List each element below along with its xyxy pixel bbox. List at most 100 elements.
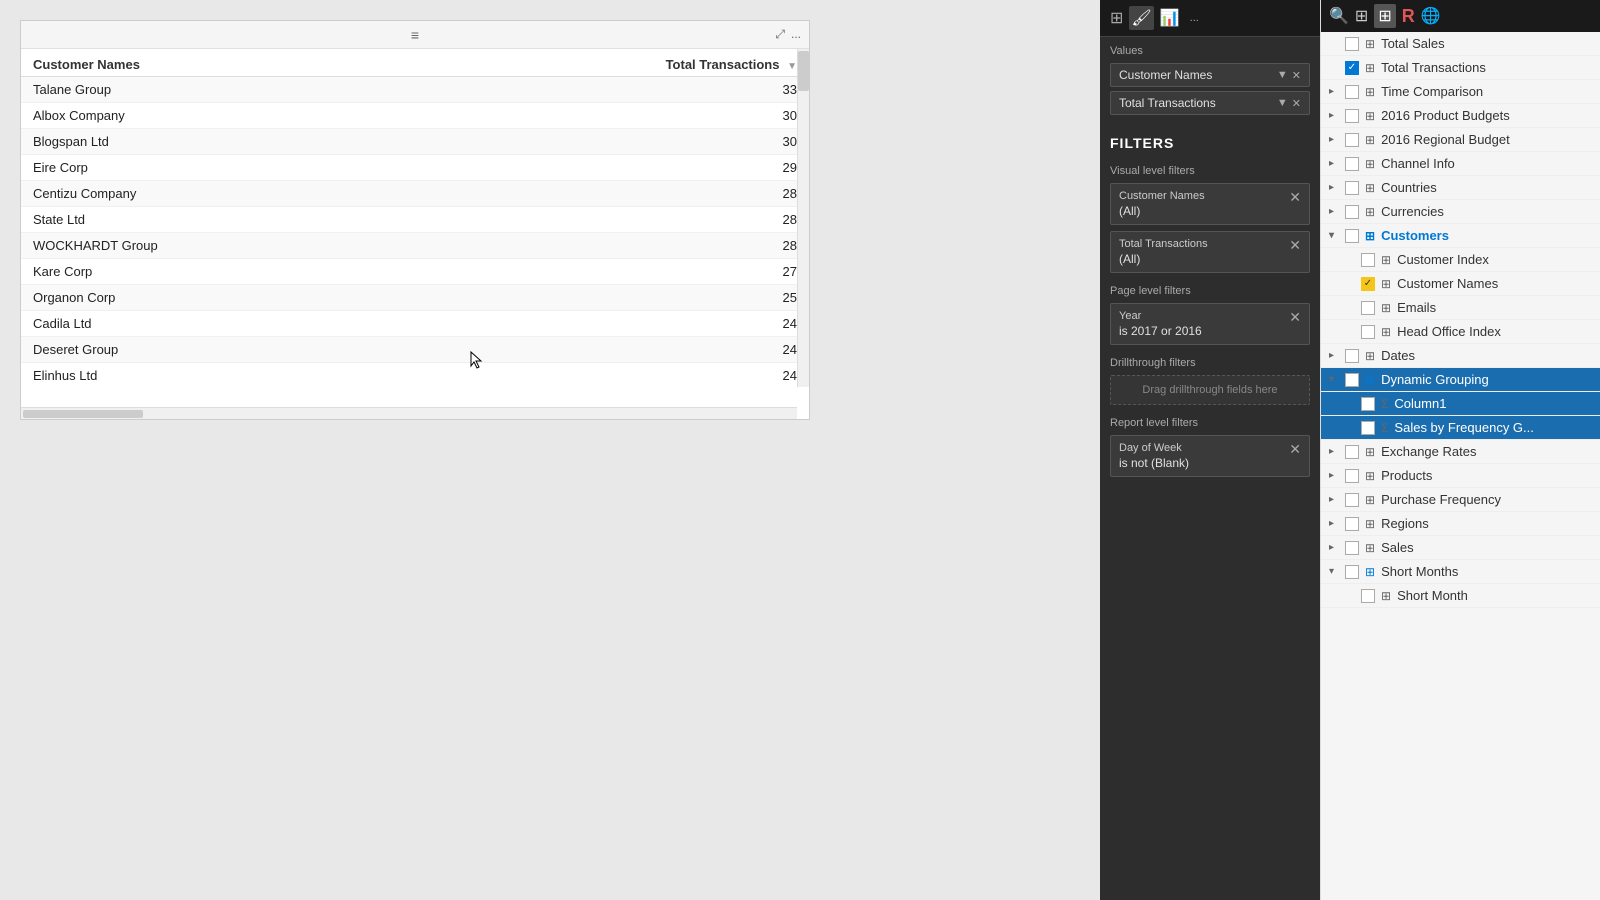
table-row[interactable]: WOCKHARDT Group 28: [21, 233, 809, 259]
field-group-item[interactable]: ▾⊞Customers: [1321, 224, 1600, 248]
cell-customer-name: Cadila Ltd: [21, 311, 406, 337]
fields-search-icon[interactable]: 🔍: [1329, 6, 1349, 26]
table-row[interactable]: Albox Company 30: [21, 103, 809, 129]
col-header-total-transactions[interactable]: Total Transactions ▼: [406, 49, 809, 77]
checkbox[interactable]: [1345, 229, 1359, 243]
year-filter-close[interactable]: ✕: [1289, 310, 1301, 324]
field-group-item[interactable]: ▸⊞Exchange Rates: [1321, 440, 1600, 464]
field-group-item[interactable]: ✓⊞Customer Names: [1321, 272, 1600, 296]
expand-icon: ▸: [1329, 494, 1341, 505]
widget-menu-icon[interactable]: ≡: [411, 27, 419, 43]
total-transactions-filter[interactable]: ✕ Total Transactions (All): [1110, 231, 1310, 273]
field-group-item[interactable]: ΣColumn1: [1321, 392, 1600, 416]
checkbox[interactable]: [1345, 181, 1359, 195]
fields-table-icon[interactable]: ⊞: [1374, 4, 1395, 28]
checkbox[interactable]: [1345, 349, 1359, 363]
year-filter[interactable]: ✕ Year is 2017 or 2016: [1110, 303, 1310, 345]
pill-close-icon[interactable]: ✕: [1292, 69, 1301, 82]
pill2-close-icon[interactable]: ✕: [1292, 97, 1301, 110]
checkbox[interactable]: [1361, 397, 1375, 411]
day-of-week-filter-close[interactable]: ✕: [1289, 442, 1301, 456]
checkbox[interactable]: [1345, 109, 1359, 123]
field-group-item[interactable]: ▸⊞Dates: [1321, 344, 1600, 368]
fields-r-icon[interactable]: R: [1402, 6, 1415, 27]
day-of-week-filter[interactable]: ✕ Day of Week is not (Blank): [1110, 435, 1310, 477]
checkbox[interactable]: [1345, 205, 1359, 219]
field-group-item[interactable]: ▸⊞Regions: [1321, 512, 1600, 536]
more-options-icon[interactable]: ...: [791, 27, 801, 42]
field-group-item[interactable]: ⊞Total Sales: [1321, 32, 1600, 56]
table-row[interactable]: Elinhus Ltd 24: [21, 363, 809, 388]
checkbox[interactable]: [1345, 517, 1359, 531]
table-row[interactable]: Talane Group 33: [21, 77, 809, 103]
checkbox[interactable]: [1345, 133, 1359, 147]
checkbox[interactable]: [1361, 589, 1375, 603]
table-row[interactable]: Organon Corp 25: [21, 285, 809, 311]
toolbar-format-icon[interactable]: 🖌: [1129, 6, 1153, 30]
checkbox[interactable]: [1361, 325, 1375, 339]
checkbox[interactable]: [1345, 565, 1359, 579]
checkbox[interactable]: [1345, 157, 1359, 171]
field-group-item[interactable]: ▸⊞2016 Regional Budget: [1321, 128, 1600, 152]
table-widget: ≡ ⤢ ... Customer Names Total Transaction…: [20, 20, 810, 420]
toolbar-analytics-icon[interactable]: 📊: [1158, 6, 1182, 30]
field-group-item[interactable]: ΣSales by Frequency G...: [1321, 416, 1600, 440]
col-header-customer-names[interactable]: Customer Names: [21, 49, 406, 77]
field-group-item[interactable]: ▸⊞Sales: [1321, 536, 1600, 560]
field-group-item[interactable]: ▸⊞2016 Product Budgets: [1321, 104, 1600, 128]
field-group-item[interactable]: ⊞Short Month: [1321, 584, 1600, 608]
cell-transactions: 30: [406, 103, 809, 129]
field-group-item[interactable]: ⊞Customer Index: [1321, 248, 1600, 272]
field-group-item[interactable]: ▸⊞Purchase Frequency: [1321, 488, 1600, 512]
customer-names-filter[interactable]: ✕ Customer Names (All): [1110, 183, 1310, 225]
checkbox[interactable]: [1345, 493, 1359, 507]
checkbox[interactable]: [1345, 37, 1359, 51]
total-transactions-pill[interactable]: Total Transactions ▼ ✕: [1110, 91, 1310, 115]
customer-names-filter-title: Customer Names: [1119, 190, 1301, 202]
toolbar-visualizations-icon[interactable]: ⊞: [1108, 6, 1125, 30]
field-group-item[interactable]: ✓⊞Total Transactions: [1321, 56, 1600, 80]
scrollbar-thumb-h[interactable]: [23, 410, 143, 418]
field-group-item[interactable]: ▸⊞Time Comparison: [1321, 80, 1600, 104]
table-icon: ⊞: [1365, 109, 1375, 123]
fields-globe-icon[interactable]: 🌐: [1421, 6, 1441, 26]
table-row[interactable]: Deseret Group 24: [21, 337, 809, 363]
table-row[interactable]: Eire Corp 29: [21, 155, 809, 181]
checkbox[interactable]: ✓: [1361, 277, 1375, 291]
field-group-item[interactable]: ▸⊞Products: [1321, 464, 1600, 488]
field-group-item[interactable]: ▸⊞Currencies: [1321, 200, 1600, 224]
table-row[interactable]: Cadila Ltd 24: [21, 311, 809, 337]
field-label: Dates: [1381, 348, 1415, 363]
expand-icon[interactable]: ⤢: [775, 27, 785, 42]
table-row[interactable]: Kare Corp 27: [21, 259, 809, 285]
checkbox[interactable]: [1345, 541, 1359, 555]
checkbox[interactable]: [1345, 469, 1359, 483]
year-filter-value: is 2017 or 2016: [1119, 324, 1301, 338]
customer-names-filter-close[interactable]: ✕: [1289, 190, 1301, 204]
checkbox[interactable]: [1361, 253, 1375, 267]
field-group-item[interactable]: ⊞Head Office Index: [1321, 320, 1600, 344]
checkbox[interactable]: [1345, 373, 1359, 387]
checkbox[interactable]: [1345, 85, 1359, 99]
checkbox[interactable]: [1361, 301, 1375, 315]
field-group-item[interactable]: ▾⊞Dynamic Grouping: [1321, 368, 1600, 392]
vertical-scrollbar[interactable]: [797, 49, 809, 387]
customer-names-pill[interactable]: Customer Names ▼ ✕: [1110, 63, 1310, 87]
checkbox[interactable]: [1361, 421, 1375, 435]
table-row[interactable]: Blogspan Ltd 30: [21, 129, 809, 155]
horizontal-scrollbar[interactable]: [21, 407, 797, 419]
table-icon: ⊞: [1365, 373, 1375, 387]
fields-filter-icon[interactable]: ⊞: [1355, 6, 1368, 26]
checkbox[interactable]: [1345, 445, 1359, 459]
field-group-item[interactable]: ▸⊞Channel Info: [1321, 152, 1600, 176]
field-group-item[interactable]: ▾⊞Short Months: [1321, 560, 1600, 584]
total-transactions-filter-close[interactable]: ✕: [1289, 238, 1301, 252]
table-row[interactable]: Centizu Company 28: [21, 181, 809, 207]
scrollbar-thumb-v[interactable]: [798, 51, 809, 91]
field-group-item[interactable]: ⊞Emails: [1321, 296, 1600, 320]
field-group-item[interactable]: ▸⊞Countries: [1321, 176, 1600, 200]
pill2-expand-icon[interactable]: ▼: [1277, 97, 1288, 110]
pill-expand-icon[interactable]: ▼: [1277, 69, 1288, 82]
checkbox[interactable]: ✓: [1345, 61, 1359, 75]
table-row[interactable]: State Ltd 28: [21, 207, 809, 233]
